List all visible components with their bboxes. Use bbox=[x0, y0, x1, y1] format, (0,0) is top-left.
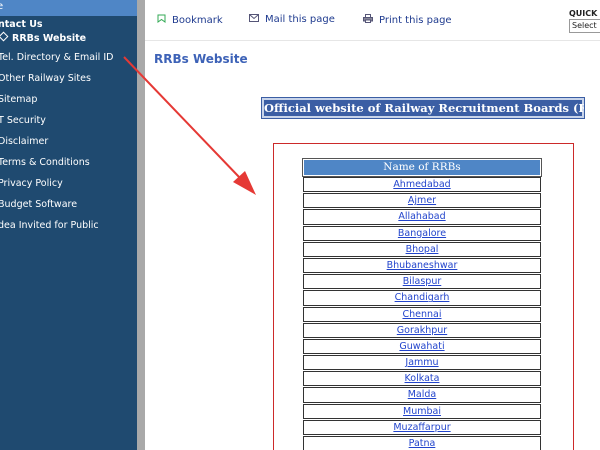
rrb-link[interactable]: Guwahati bbox=[399, 341, 444, 352]
printer-icon bbox=[363, 14, 373, 26]
toolbar-divider bbox=[145, 40, 600, 41]
mail-page-link[interactable]: Mail this page bbox=[249, 14, 335, 25]
sidebar-item-label: e bbox=[0, 1, 4, 12]
sidebar-item-label: RRBs Website bbox=[12, 33, 87, 44]
quick-links-label: QUICK L bbox=[569, 9, 600, 18]
sidebar-item-label: Other Railway Sites bbox=[0, 73, 91, 84]
bookmark-label: Bookmark bbox=[172, 15, 223, 26]
diamond-bullet-icon bbox=[0, 31, 9, 42]
rrb-link[interactable]: Bangalore bbox=[398, 228, 446, 239]
sidebar-item-other-railway-sites[interactable]: Other Railway Sites bbox=[0, 73, 91, 84]
quick-links-select-value: Select bbox=[572, 21, 597, 30]
sidebar-nav: e ntact Us RRBs Website Tel. Directory &… bbox=[0, 0, 137, 450]
mail-icon bbox=[249, 14, 259, 25]
sidebar-item-contact-us[interactable]: ntact Us bbox=[0, 19, 43, 30]
table-row: Bhopal bbox=[303, 241, 541, 257]
sidebar-item-label: Sitemap bbox=[0, 94, 38, 105]
sidebar-item-label: Budget Software bbox=[0, 199, 78, 210]
table-row: Bangalore bbox=[303, 225, 541, 241]
sidebar-item-label: dea Invited for Public bbox=[0, 220, 99, 231]
sidebar-item-rrbs-website[interactable]: RRBs Website bbox=[0, 31, 87, 44]
table-row: Mumbai bbox=[303, 403, 541, 419]
sidebar-item-label: Tel. Directory & Email ID bbox=[0, 52, 114, 63]
rrb-link[interactable]: Jammu bbox=[405, 357, 438, 368]
table-row: Guwahati bbox=[303, 338, 541, 355]
sidebar-item-idea-invited[interactable]: dea Invited for Public bbox=[0, 220, 99, 231]
table-row: Muzaffarpur bbox=[303, 419, 541, 435]
rrb-link[interactable]: Bhubaneshwar bbox=[387, 260, 458, 271]
table-row: Bhubaneshwar bbox=[303, 257, 541, 274]
sidebar-item-privacy-policy[interactable]: Privacy Policy bbox=[0, 178, 63, 189]
table-row: Gorakhpur bbox=[303, 322, 541, 338]
sidebar-item-label: ntact Us bbox=[0, 19, 43, 30]
rrb-link[interactable]: Malda bbox=[408, 389, 437, 400]
rrb-link[interactable]: Bilaspur bbox=[403, 276, 442, 287]
sidebar-item-disclaimer[interactable]: Disclaimer bbox=[0, 136, 48, 147]
sidebar-item-home[interactable]: e bbox=[0, 0, 137, 16]
sidebar-item-terms[interactable]: Terms & Conditions bbox=[0, 157, 90, 168]
print-label: Print this page bbox=[379, 15, 452, 26]
table-row: Malda bbox=[303, 387, 541, 403]
sidebar-item-it-security[interactable]: T Security bbox=[0, 115, 46, 126]
table-row: Chandigarh bbox=[303, 290, 541, 306]
mail-label: Mail this page bbox=[265, 14, 335, 25]
sidebar-item-label: Terms & Conditions bbox=[0, 157, 90, 168]
table-row: Ahmedabad bbox=[303, 177, 541, 193]
rrb-link[interactable]: Chandigarh bbox=[395, 292, 450, 303]
quick-links-select[interactable]: Select bbox=[569, 19, 600, 33]
rrb-table-header: Name of RRBs bbox=[302, 158, 542, 177]
print-page-link[interactable]: Print this page bbox=[363, 14, 452, 26]
table-row: Bilaspur bbox=[303, 274, 541, 290]
sidebar-separator bbox=[137, 0, 145, 450]
rrb-link[interactable]: Chennai bbox=[402, 309, 441, 320]
rrb-link[interactable]: Bhopal bbox=[406, 244, 439, 255]
table-row: Ajmer bbox=[303, 193, 541, 209]
rrb-table: Name of RRBs Ahmedabad Ajmer Allahabad Bang… bbox=[302, 158, 542, 450]
page: e ntact Us RRBs Website Tel. Directory &… bbox=[0, 0, 600, 450]
table-row: Patna bbox=[303, 436, 541, 450]
table-row: Chennai bbox=[303, 306, 541, 322]
table-row: Allahabad bbox=[303, 209, 541, 225]
table-row: Kolkata bbox=[303, 371, 541, 387]
rrb-link[interactable]: Gorakhpur bbox=[397, 325, 447, 336]
sidebar-item-label: Privacy Policy bbox=[0, 178, 63, 189]
rrb-link[interactable]: Ajmer bbox=[408, 195, 436, 206]
bookmark-link[interactable]: Bookmark bbox=[157, 14, 223, 26]
rrb-link[interactable]: Patna bbox=[409, 438, 436, 449]
rrb-link[interactable]: Ahmedabad bbox=[393, 179, 450, 190]
table-row: Jammu bbox=[303, 355, 541, 371]
sidebar-item-tel-directory[interactable]: Tel. Directory & Email ID bbox=[0, 52, 113, 63]
rrb-table-body: Ahmedabad Ajmer Allahabad Bangalore Bhopal Bh… bbox=[303, 177, 541, 450]
sidebar-item-sitemap[interactable]: Sitemap bbox=[0, 94, 37, 105]
rrb-link[interactable]: Mumbai bbox=[403, 406, 441, 417]
sidebar-item-budget-software[interactable]: Budget Software bbox=[0, 199, 77, 210]
rrb-link[interactable]: Kolkata bbox=[405, 373, 440, 384]
rrb-link[interactable]: Muzaffarpur bbox=[393, 422, 450, 433]
bookmark-icon bbox=[157, 14, 166, 26]
rrb-link[interactable]: Allahabad bbox=[398, 211, 445, 222]
sidebar-item-label: T Security bbox=[0, 115, 46, 126]
official-website-banner: Official website of Railway Recruitment … bbox=[261, 97, 600, 119]
page-title: RRBs Website bbox=[154, 52, 248, 66]
sidebar-item-label: Disclaimer bbox=[0, 136, 49, 147]
